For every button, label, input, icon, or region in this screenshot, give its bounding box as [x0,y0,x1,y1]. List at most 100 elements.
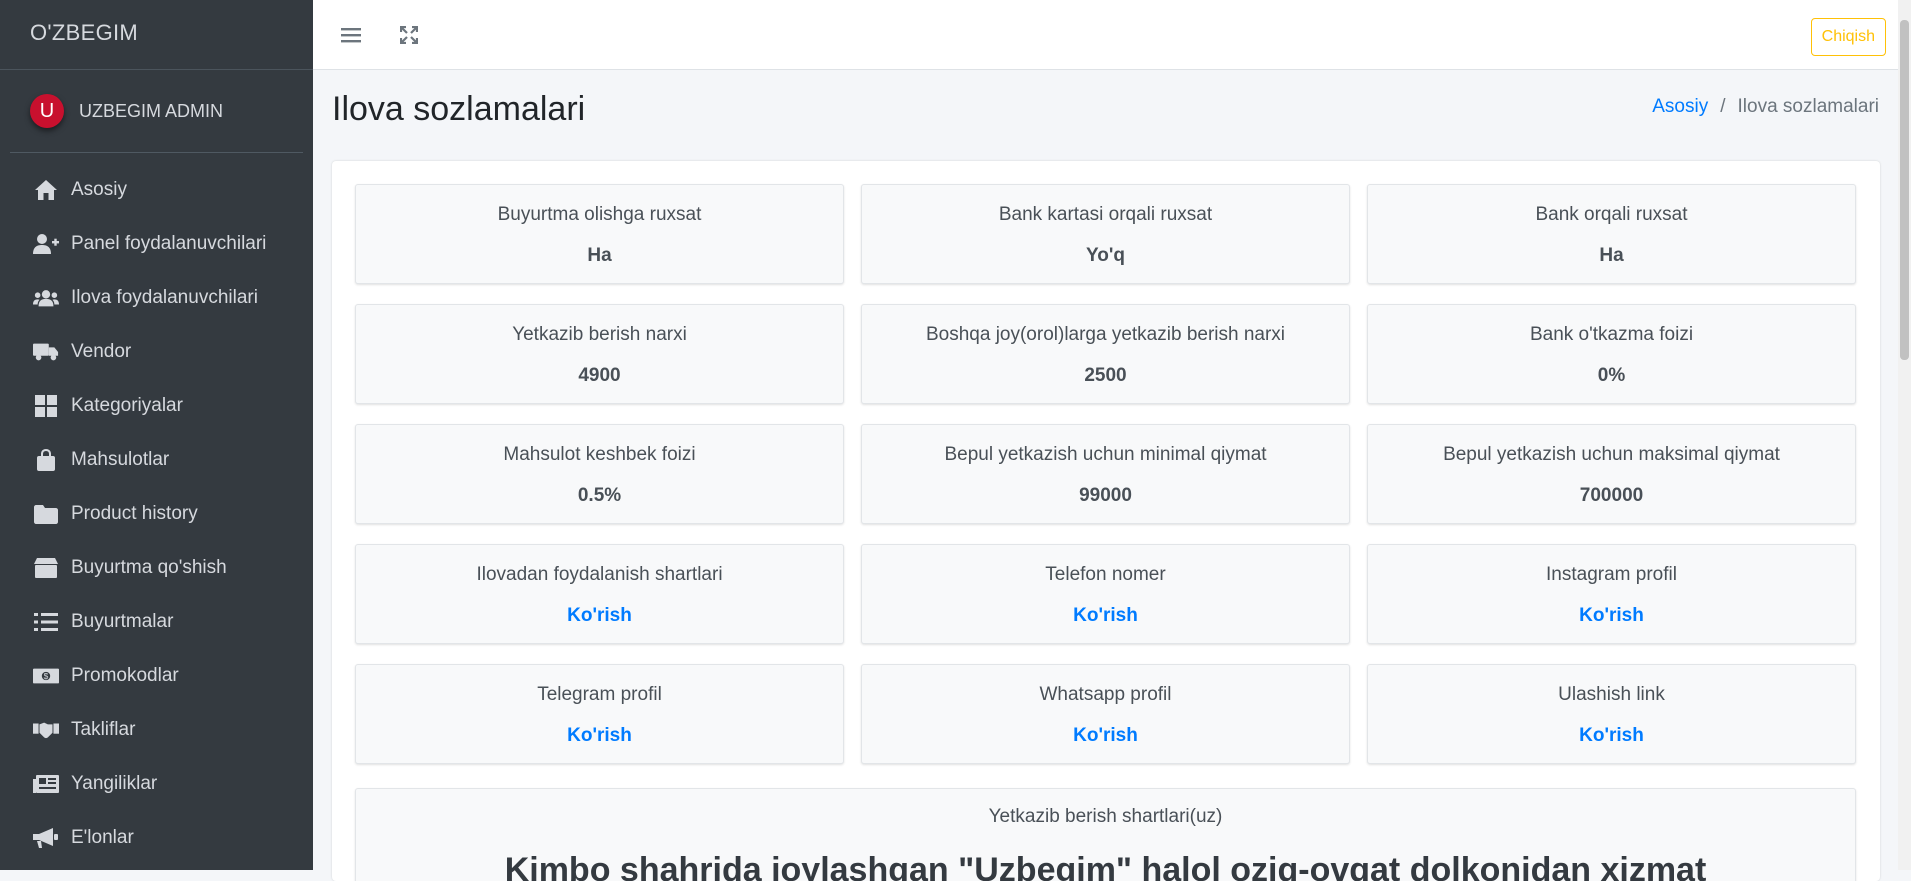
setting-label: Buyurtma olishga ruxsat [497,204,702,225]
setting-value: 0% [1597,365,1626,386]
logout-button[interactable]: Chiqish [1810,18,1886,56]
setting-instagram-profile: Instagram profil Ko'rish [1367,544,1856,644]
setting-label: Bank o'tkazma foizi [1529,324,1694,345]
sidebar-item-label: E'lonlar [71,827,134,848]
setting-label: Bank kartasi orqali ruxsat [998,204,1213,225]
setting-bank-permission: Bank orqali ruxsat Ha [1367,184,1856,284]
setting-delivery-terms: Yetkazib berish shartlari(uz) Kimbo shah… [355,788,1856,881]
setting-delivery-price: Yetkazib berish narxi 4900 [355,304,844,404]
user-panel[interactable]: U UZBEGIM ADMIN [10,70,303,153]
sidebar-item-label: Product history [71,503,198,524]
setting-terms-of-use: Ilovadan foydalanish shartlari Ko'rish [355,544,844,644]
setting-whatsapp-profile: Whatsapp profil Ko'rish [861,664,1350,764]
view-link[interactable]: Ko'rish [862,725,1349,747]
sidebar-item-app-users[interactable]: Ilova foydalanuvchilari [0,271,313,325]
box-icon [33,555,59,581]
setting-bank-card-permission: Bank kartasi orqali ruxsat Yo'q [861,184,1350,284]
sidebar-item-vendor[interactable]: Vendor [0,325,313,379]
sidebar-item-panel-users[interactable]: Panel foydalanuvchilari [0,217,313,271]
setting-value: Ha [1599,245,1624,266]
sidebar-item-asosiy[interactable]: Asosiy [0,163,313,217]
avatar[interactable]: U [30,94,64,128]
page-scrollbar[interactable] [1898,0,1911,870]
setting-value: 700000 [1579,485,1644,506]
sidebar-item-label: Yangiliklar [71,773,158,794]
sidebar-item-product-history[interactable]: Product history [0,487,313,541]
shopping-bag-icon [33,447,59,473]
setting-label: Telegram profil [537,684,662,705]
setting-label: Yetkazib berish shartlari(uz) [988,806,1223,827]
breadcrumb-separator: / [1720,96,1726,117]
truck-icon [33,339,59,365]
sidebar-item-promocodes[interactable]: $ Promokodlar [0,649,313,703]
sidebar-item-news[interactable]: Yangiliklar [0,757,313,811]
breadcrumb-current: Ilova sozlamalari [1737,96,1880,117]
sidebar-item-label: Buyurtma qo'shish [71,557,227,578]
sidebar-item-label: Ilova foydalanuvchilari [71,287,258,308]
sidebar-item-add-order[interactable]: Buyurtma qo'shish [0,541,313,595]
sidebar-item-label: Buyurtmalar [71,611,174,632]
view-link[interactable]: Ko'rish [1368,605,1855,627]
users-icon [33,285,59,311]
sidebar-item-label: Takliflar [71,719,136,740]
setting-label: Instagram profil [1546,564,1677,585]
setting-telegram-profile: Telegram profil Ko'rish [355,664,844,764]
newspaper-icon [33,771,59,797]
setting-label: Bank orqali ruxsat [1535,204,1688,225]
setting-cashback-percent: Mahsulot keshbek foizi 0.5% [355,424,844,524]
settings-grid: Buyurtma olishga ruxsat Ha Bank kartasi … [355,184,1856,764]
breadcrumb-home-link[interactable]: Asosiy [1652,96,1708,118]
setting-label: Telefon nomer [1045,564,1166,585]
sidebar-item-label: Mahsulotlar [71,449,170,470]
page-title: Ilova sozlamalari [332,90,586,128]
sidebar-item-categories[interactable]: Kategoriyalar [0,379,313,433]
setting-value: Ha [587,245,612,266]
setting-label: Ilovadan foydalanish shartlari [476,564,723,585]
view-link[interactable]: Ko'rish [862,605,1349,627]
view-link[interactable]: Ko'rish [1368,725,1855,747]
sidebar-item-label: Promokodlar [71,665,179,686]
setting-free-delivery-max: Bepul yetkazish uchun maksimal qiymat 70… [1367,424,1856,524]
user-plus-icon [33,231,59,257]
setting-order-permission: Buyurtma olishga ruxsat Ha [355,184,844,284]
sidebar-item-announcements[interactable]: E'lonlar [0,811,313,865]
folder-icon [33,501,59,527]
svg-text:$: $ [44,671,49,681]
sidebar-item-label: Vendor [71,341,132,362]
brand-logo[interactable]: O'ZBEGIM [0,0,313,70]
setting-value: 0.5% [577,485,622,506]
list-icon [33,609,59,635]
sidebar-item-label: Kategoriyalar [71,395,183,416]
sidebar-item-label: Asosiy [71,179,127,200]
delivery-terms-text: Kimbo shahrida joylashgan "Uzbegim" halo… [504,851,1707,881]
scrollbar-thumb[interactable] [1900,20,1909,360]
setting-island-delivery-price: Boshqa joy(orol)larga yetkazib berish na… [861,304,1350,404]
view-link[interactable]: Ko'rish [356,725,843,747]
setting-share-link: Ulashish link Ko'rish [1367,664,1856,764]
settings-card: Buyurtma olishga ruxsat Ha Bank kartasi … [332,161,1880,881]
bullhorn-icon [33,825,59,851]
top-navbar: Chiqish [313,0,1898,70]
home-icon [33,177,59,203]
sidebar-item-products[interactable]: Mahsulotlar [0,433,313,487]
setting-label: Whatsapp profil [1039,684,1172,705]
setting-bank-transfer-percent: Bank o'tkazma foizi 0% [1367,304,1856,404]
setting-free-delivery-min: Bepul yetkazish uchun minimal qiymat 990… [861,424,1350,524]
user-name[interactable]: UZBEGIM ADMIN [79,101,223,122]
setting-phone-number: Telefon nomer Ko'rish [861,544,1350,644]
setting-label: Boshqa joy(orol)larga yetkazib berish na… [925,324,1286,345]
money-icon: $ [33,663,59,689]
sidebar-nav: Asosiy Panel foydalanuvchilari Ilova foy… [0,153,313,865]
hamburger-menu-icon[interactable] [338,22,364,48]
sidebar-item-orders[interactable]: Buyurtmalar [0,595,313,649]
breadcrumb: Asosiy / Ilova sozlamalari [1652,96,1879,118]
sidebar-item-label: Panel foydalanuvchilari [71,233,267,254]
setting-value: 2500 [1084,365,1127,386]
sidebar-item-offers[interactable]: Takliflar [0,703,313,757]
view-link[interactable]: Ko'rish [356,605,843,627]
setting-value: Yo'q [1086,245,1125,266]
fullscreen-icon[interactable] [396,22,422,48]
setting-label: Yetkazib berish narxi [512,324,687,345]
setting-label: Mahsulot keshbek foizi [503,444,696,465]
grid-icon [33,393,59,419]
